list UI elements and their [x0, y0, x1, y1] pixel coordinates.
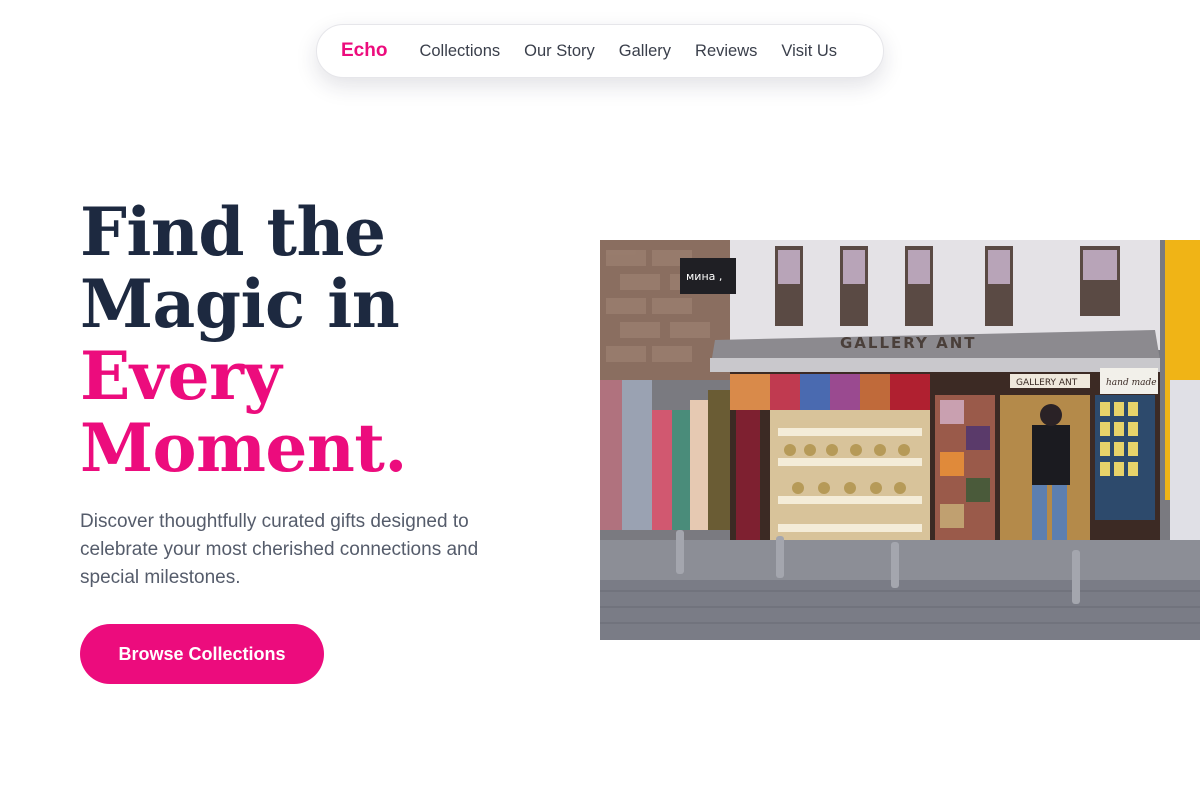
- nav-link-collections[interactable]: Collections: [419, 42, 500, 61]
- hero-title-line-1: Find the: [80, 193, 386, 271]
- hero-title-line-2: Magic in: [80, 265, 400, 343]
- shopfront-illustration: мина , GALLERY ANT GALLERY ANT hand made: [600, 240, 1200, 640]
- nav-link-our-story[interactable]: Our Story: [524, 42, 595, 61]
- browse-collections-button[interactable]: Browse Collections: [80, 624, 324, 684]
- nav-link-visit-us[interactable]: Visit Us: [781, 42, 837, 61]
- small-shop-sign: мина ,: [686, 270, 722, 283]
- hero-title: Find the Magic in Every Moment.: [80, 196, 540, 484]
- gallery-ant-awning-sign: GALLERY ANT: [840, 334, 977, 352]
- hero-description: Discover thoughtfully curated gifts desi…: [80, 511, 479, 588]
- hero-title-line-3: Every: [80, 337, 282, 415]
- top-navigation: Echo Collections Our Story Gallery Revie…: [316, 24, 884, 78]
- hero-title-line-4: Moment.: [80, 409, 407, 487]
- handmade-note: hand made: [1106, 378, 1157, 388]
- hero-shop-photo: мина , GALLERY ANT GALLERY ANT hand made: [600, 240, 1200, 640]
- door-sign: GALLERY ANT: [1016, 378, 1078, 388]
- nav-link-gallery[interactable]: Gallery: [619, 42, 671, 61]
- nav-link-reviews[interactable]: Reviews: [695, 42, 757, 61]
- brand-logo[interactable]: Echo: [341, 40, 387, 62]
